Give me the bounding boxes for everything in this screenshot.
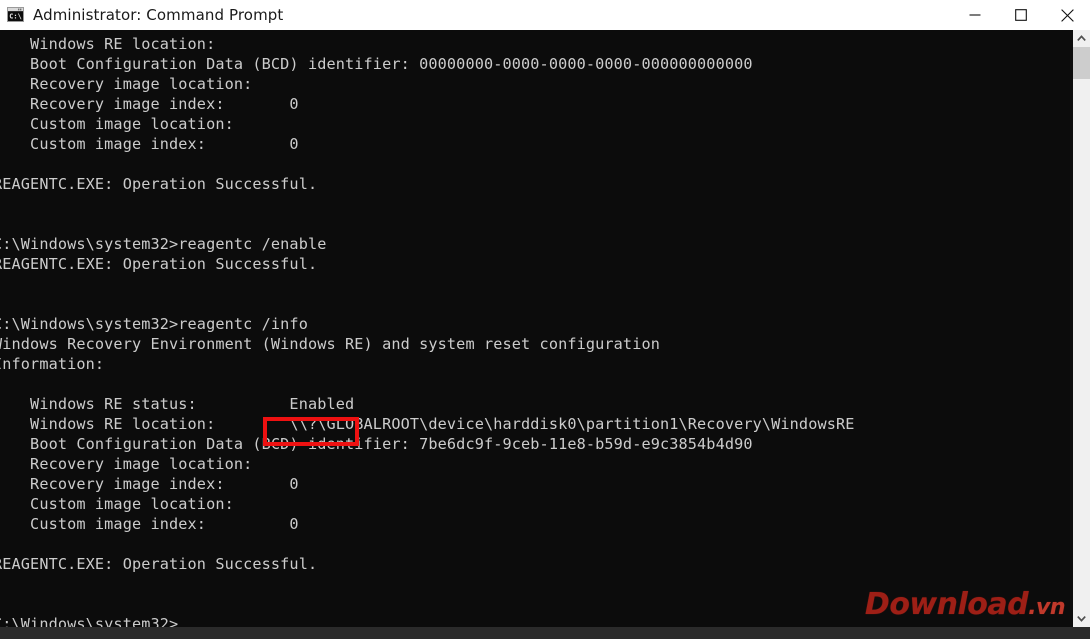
chevron-up-icon [1077,35,1086,41]
console-line: Boot Configuration Data (BCD) identifier… [0,435,753,453]
download-vn-watermark: Download.vn [864,587,1066,622]
window-title: Administrator: Command Prompt [33,5,284,24]
console-line: Recovery image index: 0 [0,95,299,113]
chevron-down-icon [1077,616,1086,622]
console-line: C:\Windows\system32>reagentc /enable [0,235,327,253]
svg-text:C:\: C:\ [9,12,22,20]
scroll-up-button[interactable] [1073,30,1090,47]
console-line: Windows RE status: Enabled [0,395,355,413]
minimize-icon [969,14,981,16]
close-button[interactable] [1044,0,1090,30]
console-line: Windows Recovery Environment (Windows RE… [0,335,660,353]
close-icon [1060,8,1074,22]
watermark-main: Download [864,587,1029,622]
console-line: Recovery image index: 0 [0,475,299,493]
console-output-area[interactable]: Windows RE location: Boot Configuration … [0,30,1073,627]
cmd-icon[interactable]: C:\ [7,7,24,22]
console-line: Boot Configuration Data (BCD) identifier… [0,55,753,73]
command-prompt-window: C:\ Administrator: Command Prompt Window… [0,0,1090,639]
console-line: Information: [0,355,105,373]
console-line: REAGENTC.EXE: Operation Successful. [0,555,318,573]
console-line: Custom image location: [0,115,234,133]
console-line: C:\Windows\system32> [0,615,179,627]
vertical-scrollbar[interactable] [1073,30,1090,627]
console-line: Recovery image location: [0,75,253,93]
scrollbar-thumb[interactable] [1073,47,1090,79]
console-line: Custom image location: [0,495,234,513]
console-line: C:\Windows\system32>reagentc /info [0,315,308,333]
console-line: Windows RE location: [0,35,216,53]
console-text: Windows RE location: Boot Configuration … [0,34,855,627]
console-line: REAGENTC.EXE: Operation Successful. [0,175,318,193]
minimize-button[interactable] [952,0,998,30]
scroll-down-button[interactable] [1073,610,1090,627]
window-controls [952,0,1090,30]
maximize-icon [1015,9,1027,21]
console-line: Custom image index: 0 [0,515,299,533]
title-bar[interactable]: C:\ Administrator: Command Prompt [0,0,1090,30]
console-line: REAGENTC.EXE: Operation Successful. [0,255,318,273]
maximize-button[interactable] [998,0,1044,30]
console-line: Custom image index: 0 [0,135,299,153]
console-line: Recovery image location: [0,455,253,473]
console-line: Windows RE location: \\?\GLOBALROOT\devi… [0,415,855,433]
watermark-suffix: .vn [1028,595,1065,620]
horizontal-scrollbar[interactable] [0,627,1090,639]
